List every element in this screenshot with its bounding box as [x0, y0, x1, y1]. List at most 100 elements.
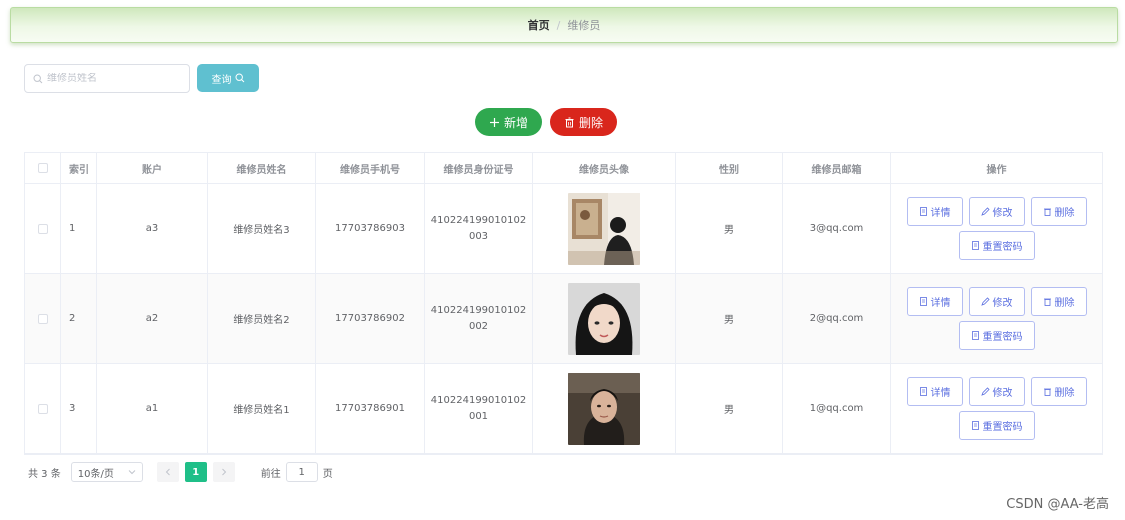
action-group: 重置密码 [958, 411, 1035, 440]
chevron-left-icon [165, 468, 170, 476]
detail-button[interactable]: 详情 [906, 197, 963, 226]
column-header: 维修员手机号 [316, 153, 425, 183]
goto-page-input[interactable]: 1 [285, 462, 318, 482]
row-checkbox[interactable] [37, 403, 48, 414]
trash-icon [1043, 298, 1051, 306]
breadcrumb-current: 维修员 [567, 19, 601, 32]
pagination: 共 3 条 10条/页 1 前往 1 页 [28, 462, 333, 482]
edit-icon [980, 387, 990, 396]
document-icon [919, 207, 927, 216]
column-header: 索引 [61, 153, 97, 183]
cell-index: 2 [61, 274, 97, 363]
column-header: 操作 [986, 164, 1007, 176]
action-group: 详情 修改 删除 [906, 197, 1087, 226]
row-checkbox[interactable] [37, 313, 48, 324]
cell-phone: 17703786902 [316, 274, 425, 363]
cell-index: 1 [61, 184, 97, 273]
edit-label: 修改 [992, 208, 1013, 219]
document-icon [919, 297, 927, 306]
cell-email: 2@qq.com [783, 274, 891, 363]
trash-icon [1043, 208, 1051, 216]
detail-label: 详情 [930, 208, 951, 219]
plus-icon [489, 117, 500, 128]
action-group: 重置密码 [958, 321, 1035, 350]
header-checkbox-cell [25, 153, 61, 183]
chevron-right-icon [221, 468, 226, 476]
edit-button[interactable]: 修改 [968, 197, 1025, 226]
avatar[interactable] [568, 282, 640, 355]
detail-label: 详情 [930, 388, 951, 399]
document-icon [971, 241, 979, 250]
reset-password-label: 重置密码 [982, 242, 1023, 253]
search-icon [33, 73, 43, 83]
cell-actions: 详情 修改 删除 重置密码 [891, 184, 1102, 273]
trash-icon [564, 117, 575, 128]
chevron-down-icon [128, 470, 136, 475]
delete-button[interactable]: 删除 [1030, 287, 1087, 316]
query-button-label: 查询 [211, 74, 232, 86]
detail-button[interactable]: 详情 [906, 287, 963, 316]
bulk-delete-button-label: 删除 [578, 115, 603, 130]
avatar[interactable] [568, 372, 640, 445]
delete-label: 删除 [1054, 388, 1075, 399]
reset-password-button[interactable]: 重置密码 [958, 321, 1035, 350]
cell-avatar [533, 274, 676, 363]
cell-phone: 17703786903 [316, 184, 425, 273]
reset-password-button[interactable]: 重置密码 [958, 231, 1035, 260]
delete-button[interactable]: 删除 [1030, 197, 1087, 226]
page-size-value: 10条/页 [77, 468, 114, 480]
column-header: 维修员邮箱 [783, 153, 891, 183]
page-unit-label: 页 [322, 468, 333, 480]
page-size-select[interactable]: 10条/页 [70, 462, 143, 482]
cell-id-number-wrap: 410224199010102002 [425, 274, 533, 363]
cell-name: 维修员姓名1 [208, 364, 316, 453]
cell-avatar [533, 364, 676, 453]
page-number-button[interactable]: 1 [184, 462, 207, 482]
column-header: 维修员头像 [533, 153, 676, 183]
detail-button[interactable]: 详情 [906, 377, 963, 406]
cell-name: 维修员姓名2 [208, 274, 316, 363]
document-icon [919, 387, 927, 396]
add-button[interactable]: 新增 [475, 108, 542, 136]
cell-account: a3 [97, 184, 208, 273]
search-input[interactable] [47, 73, 177, 84]
search-field[interactable] [24, 64, 190, 93]
cell-email: 3@qq.com [783, 184, 891, 273]
delete-label: 删除 [1054, 208, 1075, 219]
cell-gender: 男 [676, 364, 783, 453]
edit-button[interactable]: 修改 [968, 287, 1025, 316]
cell-email: 1@qq.com [783, 364, 891, 453]
column-header: 性别 [676, 153, 783, 183]
prev-page-button[interactable] [156, 462, 179, 482]
edit-icon [980, 207, 990, 216]
cell-gender: 男 [676, 274, 783, 363]
table-row: 1 a3 维修员姓名3 17703786903 4102241990101020… [25, 184, 1102, 274]
cell-id-number-wrap: 410224199010102003 [425, 184, 533, 273]
delete-button[interactable]: 删除 [1030, 377, 1087, 406]
edit-button[interactable]: 修改 [968, 377, 1025, 406]
watermark: CSDN @AA-老高 [1006, 497, 1109, 512]
cell-id-number: 410224199010102003 [430, 214, 527, 242]
cell-id-number: 410224199010102002 [430, 304, 527, 332]
bulk-delete-button[interactable]: 删除 [550, 108, 617, 136]
row-checkbox-cell [25, 364, 61, 453]
avatar[interactable] [568, 192, 640, 265]
reset-password-label: 重置密码 [982, 332, 1023, 343]
pagination-total: 共 3 条 [28, 468, 61, 480]
cell-actions: 详情 修改 删除 重置密码 [891, 364, 1102, 453]
row-checkbox[interactable] [37, 223, 48, 234]
table-row: 3 a1 维修员姓名1 17703786901 4102241990101020… [25, 364, 1102, 454]
reset-password-button[interactable]: 重置密码 [958, 411, 1035, 440]
breadcrumb: 首页 / 维修员 [10, 7, 1118, 43]
table-header: 索引 账户 维修员姓名 维修员手机号 维修员身份证号 维修员头像 性别 维修员邮… [25, 153, 1102, 184]
edit-icon [980, 297, 990, 306]
reset-password-label: 重置密码 [982, 422, 1023, 433]
trash-icon [1043, 388, 1051, 396]
breadcrumb-home[interactable]: 首页 [528, 17, 550, 33]
action-group: 重置密码 [958, 231, 1035, 260]
next-page-button[interactable] [212, 462, 235, 482]
select-all-checkbox[interactable] [37, 163, 48, 173]
cell-phone: 17703786901 [316, 364, 425, 453]
query-button[interactable]: 查询 [197, 64, 259, 92]
detail-label: 详情 [930, 298, 951, 309]
